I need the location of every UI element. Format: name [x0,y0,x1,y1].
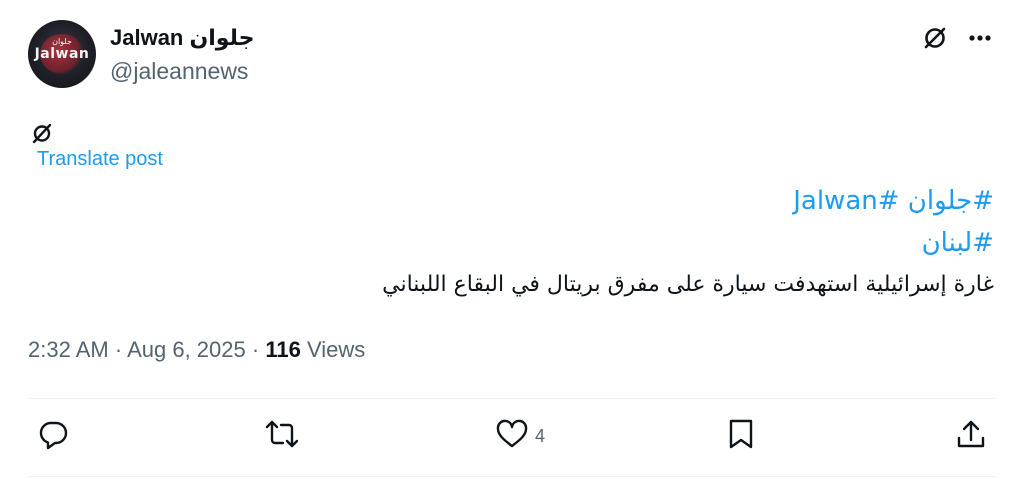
divider [28,398,996,399]
heart-icon [495,418,529,455]
hashtag-line-1[interactable]: #جلوان #Jalwan [294,180,994,222]
post-meta: 2:32 AM · Aug 6, 2025 · 116 Views [28,337,365,363]
avatar-logo-subtext: جلوان [52,37,72,46]
reply-icon [37,418,69,455]
share-button[interactable] [955,418,987,455]
post-date[interactable]: Aug 6, 2025 [127,337,246,362]
views-count: 116 [265,337,301,362]
bookmark-icon [727,418,755,455]
hashtag-line-2[interactable]: #لبنان [294,222,994,264]
like-button[interactable]: 4 [495,418,545,455]
retweet-button[interactable] [264,418,300,455]
author-handle[interactable]: @jaleannews [110,58,248,85]
translate-post-link[interactable]: Translate post [37,148,163,171]
bottom-divider [28,476,996,477]
avatar[interactable]: جلوان Jalwan [28,20,96,88]
header-actions [921,24,993,52]
like-count: 4 [535,426,546,446]
post-time[interactable]: 2:32 AM [28,337,109,362]
post-text: #جلوان #Jalwan #لبنان غارة إسرائيلية است… [294,180,994,306]
retweet-icon [264,418,300,455]
grok-icon[interactable] [921,24,949,52]
action-bar: 4 [0,418,1023,458]
meta-separator: · [114,337,123,362]
views-label: Views [306,337,366,362]
meta-separator: · [251,337,260,362]
share-icon [955,418,987,455]
grok-translate-icon[interactable] [30,121,54,145]
more-icon[interactable] [967,25,993,51]
avatar-logo-text: Jalwan [34,46,90,62]
author-display-name[interactable]: Jalwan جلوان [110,25,254,51]
bookmark-button[interactable] [727,418,755,455]
reply-button[interactable] [37,418,69,455]
post-body: غارة إسرائيلية استهدفت سيارة على مفرق بر… [382,272,994,297]
